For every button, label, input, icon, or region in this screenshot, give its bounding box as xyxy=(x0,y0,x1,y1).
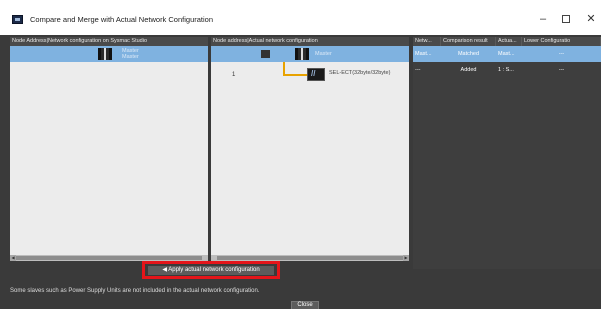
actual-config-pane[interactable]: Node address|Actual network configuratio… xyxy=(211,37,409,261)
close-button[interactable]: Close xyxy=(291,301,319,309)
table-cell: --- xyxy=(558,67,565,73)
table-cell: 1 : S... xyxy=(498,67,514,73)
column-header[interactable]: Actua... xyxy=(496,37,522,46)
scroll-right-arrow-icon[interactable]: ▶ xyxy=(403,255,409,261)
actual-config-header: Node address|Actual network configuratio… xyxy=(211,37,409,46)
column-header[interactable]: Lower Configuratio xyxy=(522,37,601,46)
sysmac-master-row[interactable]: Master Master xyxy=(10,46,208,62)
sysmac-config-pane[interactable]: Node Address|Network configuration on Sy… xyxy=(10,37,208,261)
apply-actual-config-button[interactable]: ◀ Apply actual network configuration xyxy=(148,266,274,275)
collapse-icon[interactable] xyxy=(261,50,270,58)
window-title: Compare and Merge with Actual Network Co… xyxy=(30,15,214,24)
dialog-body: Node Address|Network configuration on Sy… xyxy=(0,35,601,309)
apply-button-highlight: ◀ Apply actual network configuration xyxy=(142,261,280,279)
table-cell: Mast... xyxy=(415,51,432,57)
table-cell: --- xyxy=(558,51,565,57)
table-cell: Mast... xyxy=(498,51,515,57)
close-icon[interactable]: ✕ xyxy=(582,12,600,26)
table-cell: Added xyxy=(460,67,477,73)
comparison-table[interactable]: Netw... Comparison result Actua... Lower… xyxy=(413,37,601,269)
master-device-icon xyxy=(295,48,309,60)
app-icon xyxy=(12,15,23,24)
slave-device-icon xyxy=(307,68,325,81)
comparison-table-header: Netw... Comparison result Actua... Lower… xyxy=(413,37,601,46)
table-row[interactable]: Mast... Matched Mast... --- xyxy=(413,46,601,62)
maximize-icon[interactable] xyxy=(557,12,575,26)
actual-slave-row[interactable]: 1 SEL-ECT(32byte/32byte) xyxy=(211,62,409,84)
actual-master-label: Master xyxy=(315,51,332,57)
actual-master-row[interactable]: Master xyxy=(211,46,409,62)
sysmac-config-header: Node Address|Network configuration on Sy… xyxy=(10,37,208,46)
master-device-icon xyxy=(98,48,112,60)
sysmac-master-label: Master Master xyxy=(122,48,139,60)
column-header[interactable]: Netw... xyxy=(413,37,441,46)
title-bar: Compare and Merge with Actual Network Co… xyxy=(0,0,601,35)
table-cell: --- xyxy=(415,67,421,73)
scroll-thumb[interactable] xyxy=(16,256,202,260)
minimize-icon[interactable]: – xyxy=(534,12,552,26)
table-cell: Matched xyxy=(457,51,480,57)
column-header[interactable]: Comparison result xyxy=(441,37,496,46)
info-message: Some slaves such as Power Supply Units a… xyxy=(10,288,260,294)
slave-node-number: 1 xyxy=(232,72,236,78)
scroll-thumb[interactable] xyxy=(217,256,403,260)
table-row[interactable]: --- Added 1 : S... --- xyxy=(413,62,601,78)
slave-device-name: SEL-ECT(32byte/32byte) xyxy=(329,70,391,76)
tree-connector xyxy=(283,62,307,76)
